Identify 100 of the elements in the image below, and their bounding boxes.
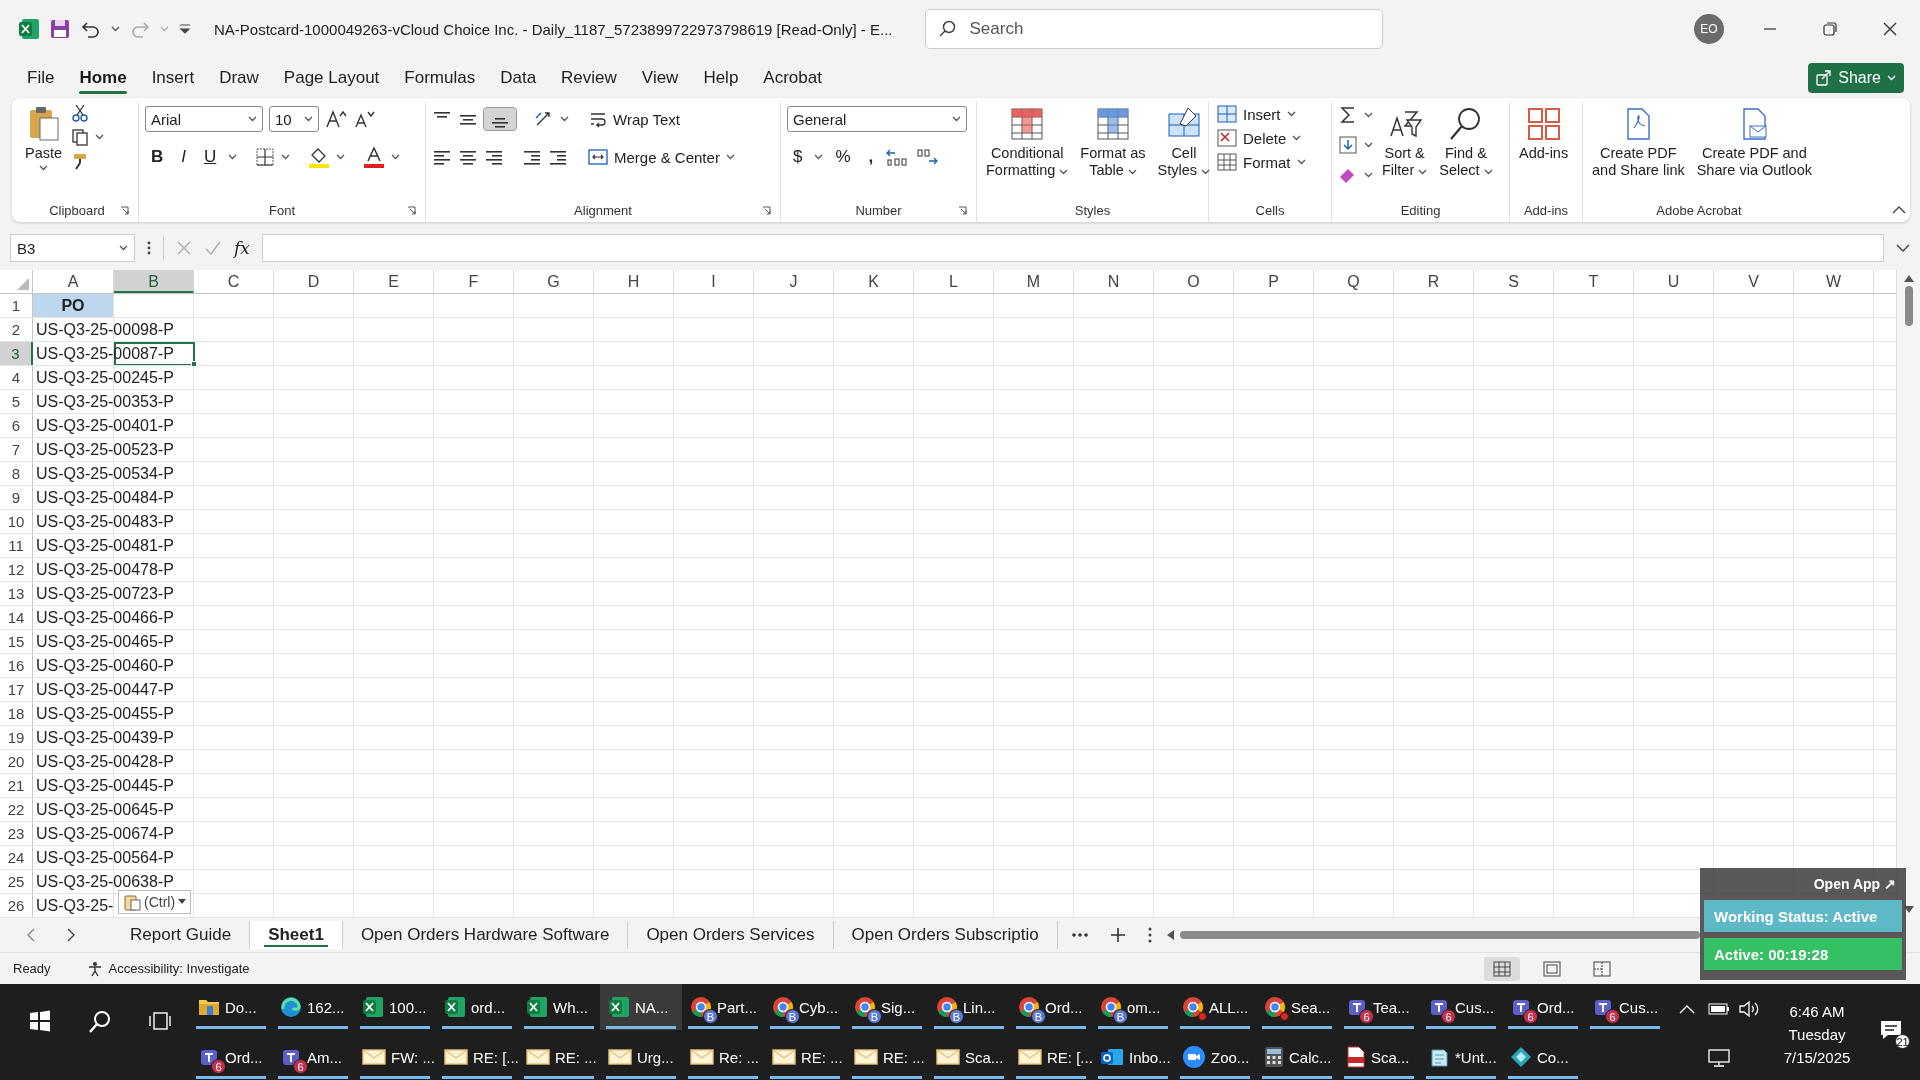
font-size-dropdown[interactable]: 10 xyxy=(269,106,319,132)
undo-icon[interactable] xyxy=(80,19,102,39)
find-select-button[interactable]: Find & Select xyxy=(1436,104,1496,182)
menu-tab[interactable]: View xyxy=(630,62,690,94)
scissors-icon[interactable] xyxy=(71,104,90,122)
task-view-icon[interactable] xyxy=(149,1010,172,1032)
menu-tab[interactable]: Home xyxy=(68,62,138,94)
caret-icon[interactable] xyxy=(952,116,961,122)
sheet-tab[interactable]: Open Orders Subscriptio xyxy=(833,921,1058,949)
taskbar-button[interactable]: 6 Tea... xyxy=(1338,984,1420,1030)
save-icon[interactable] xyxy=(49,18,71,40)
taskbar-button[interactable]: *Unt... xyxy=(1420,1034,1502,1080)
start-icon[interactable] xyxy=(28,1010,51,1032)
caret-icon[interactable] xyxy=(228,154,238,160)
insert-function-button[interactable]: fx xyxy=(234,238,250,258)
align-right-icon[interactable] xyxy=(484,148,504,166)
format-as-table-icon[interactable] xyxy=(1094,106,1131,142)
taskbar-button[interactable]: Calc... xyxy=(1256,1034,1338,1080)
menu-tab[interactable]: Acrobat xyxy=(752,62,833,94)
caret-icon[interactable] xyxy=(1292,135,1302,141)
menu-tab[interactable]: Help xyxy=(692,62,750,94)
menu-tab[interactable]: Review xyxy=(550,62,628,94)
dialog-launcher-icon[interactable] xyxy=(407,206,417,216)
scroll-up-icon[interactable] xyxy=(1903,274,1914,282)
add-ins-button[interactable]: Add-ins xyxy=(1516,104,1572,165)
taskbar-button[interactable]: RE: [... xyxy=(1010,1034,1092,1080)
menu-tab[interactable]: File xyxy=(16,62,66,94)
caret-icon[interactable] xyxy=(336,154,346,160)
next-sheet-icon[interactable] xyxy=(66,928,76,942)
delete-button[interactable]: Delete xyxy=(1215,128,1308,148)
create-pdf-share-button[interactable]: Create PDF and Share link xyxy=(1589,104,1688,182)
taskbar-button[interactable]: NA... xyxy=(600,984,682,1030)
decrease-decimal-icon[interactable] xyxy=(915,147,940,167)
fill-handle[interactable] xyxy=(191,361,197,367)
collapse-ribbon-icon[interactable] xyxy=(1892,205,1906,215)
taskbar-button[interactable]: RE: ... xyxy=(846,1034,928,1080)
taskbar-button[interactable]: Sea... xyxy=(1256,984,1338,1030)
caret-icon[interactable] xyxy=(391,154,401,160)
menu-tab[interactable]: Draw xyxy=(208,62,270,94)
spreadsheet-icon[interactable] xyxy=(608,996,630,1018)
column-header[interactable]: O xyxy=(1154,270,1234,293)
formula-input[interactable] xyxy=(261,234,1884,262)
column-header[interactable]: I xyxy=(674,270,754,293)
more-options-icon[interactable] xyxy=(147,240,151,256)
spreadsheet-icon[interactable] xyxy=(444,996,466,1018)
caret-icon[interactable] xyxy=(1059,169,1069,176)
column-header[interactable]: N xyxy=(1074,270,1154,293)
caret-icon[interactable] xyxy=(281,154,291,160)
currency-button[interactable]: $ xyxy=(787,145,809,169)
font-style-button[interactable]: I xyxy=(175,145,192,169)
battery-icon[interactable] xyxy=(1708,1002,1730,1016)
create-pdf-outlook-button[interactable]: Create PDF and Share via Outlook xyxy=(1693,104,1815,182)
caret-icon[interactable] xyxy=(1286,111,1296,117)
add-sheet-icon[interactable] xyxy=(1109,927,1126,943)
restore-icon[interactable] xyxy=(1822,21,1838,37)
excel-logo-icon[interactable] xyxy=(18,18,40,40)
caret-icon[interactable] xyxy=(119,245,128,251)
column-header[interactable]: K xyxy=(834,270,914,293)
taskbar-button[interactable]: FW: ... xyxy=(354,1034,436,1080)
scroll-left-icon[interactable] xyxy=(1165,930,1174,940)
caret-icon[interactable] xyxy=(1127,169,1137,176)
search-icon[interactable] xyxy=(88,1010,112,1034)
scrollbar-thumb[interactable] xyxy=(1179,931,1700,939)
decrease-font-size-icon[interactable] xyxy=(353,109,375,129)
column-header[interactable]: B xyxy=(114,270,194,293)
fill-down-icon[interactable] xyxy=(1338,135,1358,155)
number-format-dropdown[interactable]: General xyxy=(787,106,967,132)
spreadsheet-icon[interactable] xyxy=(526,996,548,1018)
taskbar-button[interactable]: RE: [... xyxy=(436,1034,518,1080)
column-header[interactable]: U xyxy=(1634,270,1714,293)
customize-icon[interactable] xyxy=(178,22,192,36)
column-header[interactable]: T xyxy=(1554,270,1634,293)
borders-icon[interactable] xyxy=(255,147,276,167)
taskbar-button[interactable]: Do... xyxy=(190,984,272,1030)
show-hidden-icons-icon[interactable] xyxy=(1679,1004,1695,1014)
taskbar-button[interactable]: Co... xyxy=(1502,1034,1584,1080)
column-header[interactable]: D xyxy=(274,270,354,293)
format-button[interactable]: Format xyxy=(1215,152,1308,172)
percent-button[interactable]: % xyxy=(829,145,857,169)
speaker-icon[interactable] xyxy=(1738,1000,1760,1018)
column-header[interactable]: P xyxy=(1234,270,1314,293)
caret-icon[interactable] xyxy=(1364,172,1373,178)
caret-icon[interactable] xyxy=(1418,169,1428,176)
taskbar-button[interactable]: 6 Cus... xyxy=(1584,984,1666,1030)
column-header[interactable]: V xyxy=(1714,270,1794,293)
taskbar-button[interactable]: 100... xyxy=(354,984,436,1030)
expand-icon[interactable] xyxy=(1896,243,1910,253)
taskbar-button[interactable]: Sca... xyxy=(928,1034,1010,1080)
taskbar-button[interactable]: 6 Ord... xyxy=(1502,984,1584,1030)
increase-indent-icon[interactable] xyxy=(548,148,568,166)
taskbar-button[interactable]: Inbo... xyxy=(1092,1034,1174,1080)
options-icon[interactable] xyxy=(1147,927,1152,943)
caret-icon[interactable] xyxy=(725,154,735,160)
font-color-icon[interactable] xyxy=(363,146,386,168)
column-header[interactable]: R xyxy=(1394,270,1474,293)
notifications-button[interactable]: 21 xyxy=(1880,1019,1910,1049)
caret-icon[interactable] xyxy=(111,26,120,32)
taskbar-button[interactable]: RE: ... xyxy=(518,1034,600,1080)
share-button[interactable]: Share xyxy=(1808,63,1904,93)
merge-center-button[interactable]: Merge & Center xyxy=(586,147,737,167)
